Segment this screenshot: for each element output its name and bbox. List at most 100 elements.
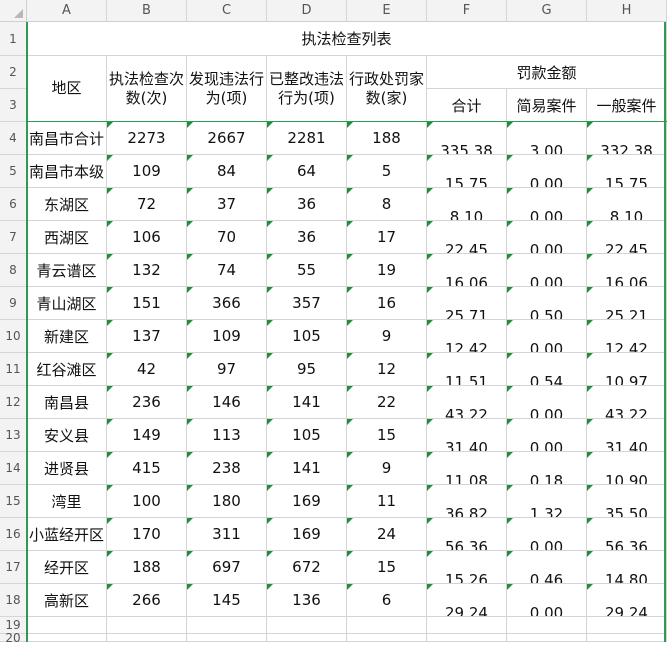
table-cell[interactable]: 109 bbox=[107, 155, 187, 188]
header-inspections[interactable]: 执法检查次数(次) bbox=[107, 56, 187, 122]
table-cell[interactable]: 10.97 bbox=[587, 353, 667, 386]
header-violations[interactable]: 发现违法行为(项) bbox=[187, 56, 267, 122]
row-header-17[interactable]: 17 bbox=[0, 551, 27, 584]
table-cell[interactable]: 36.82 bbox=[427, 485, 507, 518]
table-cell[interactable]: 151 bbox=[107, 287, 187, 320]
select-all-corner[interactable] bbox=[0, 0, 27, 22]
empty-cell[interactable] bbox=[427, 634, 507, 642]
table-cell[interactable]: 8.10 bbox=[587, 188, 667, 221]
table-cell[interactable]: 56.36 bbox=[587, 518, 667, 551]
table-cell[interactable]: 1.32 bbox=[507, 485, 587, 518]
empty-cell[interactable] bbox=[267, 634, 347, 642]
empty-cell[interactable] bbox=[107, 617, 187, 634]
table-cell[interactable]: 105 bbox=[267, 320, 347, 353]
table-cell[interactable]: 84 bbox=[187, 155, 267, 188]
table-cell[interactable]: 9 bbox=[347, 320, 427, 353]
row-header-2[interactable]: 2 bbox=[0, 56, 27, 89]
table-cell[interactable]: 青山湖区 bbox=[27, 287, 107, 320]
table-cell[interactable]: 36 bbox=[267, 221, 347, 254]
table-cell[interactable]: 136 bbox=[267, 584, 347, 617]
table-cell[interactable]: 0.00 bbox=[507, 386, 587, 419]
table-cell[interactable]: 31.40 bbox=[587, 419, 667, 452]
table-cell[interactable]: 9 bbox=[347, 452, 427, 485]
table-cell[interactable]: 29.24 bbox=[587, 584, 667, 617]
table-cell[interactable]: 0.00 bbox=[507, 221, 587, 254]
table-cell[interactable]: 366 bbox=[187, 287, 267, 320]
column-header-g[interactable]: G bbox=[507, 0, 587, 22]
empty-cell[interactable] bbox=[267, 617, 347, 634]
table-cell[interactable]: 357 bbox=[267, 287, 347, 320]
table-cell[interactable]: 0.00 bbox=[507, 419, 587, 452]
table-cell[interactable]: 43.22 bbox=[587, 386, 667, 419]
table-cell[interactable]: 15.75 bbox=[427, 155, 507, 188]
table-cell[interactable]: 小蓝经开区 bbox=[27, 518, 107, 551]
empty-cell[interactable] bbox=[507, 617, 587, 634]
table-cell[interactable]: 180 bbox=[187, 485, 267, 518]
table-cell[interactable]: 新建区 bbox=[27, 320, 107, 353]
table-cell[interactable]: 311 bbox=[187, 518, 267, 551]
table-cell[interactable]: 145 bbox=[187, 584, 267, 617]
table-cell[interactable]: 415 bbox=[107, 452, 187, 485]
row-header-14[interactable]: 14 bbox=[0, 452, 27, 485]
table-cell[interactable]: 672 bbox=[267, 551, 347, 584]
table-cell[interactable]: 97 bbox=[187, 353, 267, 386]
table-cell[interactable]: 70 bbox=[187, 221, 267, 254]
column-header-e[interactable]: E bbox=[347, 0, 427, 22]
header-rectified[interactable]: 已整改违法行为(项) bbox=[267, 56, 347, 122]
header-fine-general[interactable]: 一般案件 bbox=[587, 89, 667, 122]
table-cell[interactable]: 3.00 bbox=[507, 122, 587, 155]
table-cell[interactable]: 15.75 bbox=[587, 155, 667, 188]
row-header-20[interactable]: 20 bbox=[0, 631, 27, 645]
table-cell[interactable]: 42 bbox=[107, 353, 187, 386]
empty-cell[interactable] bbox=[507, 634, 587, 642]
table-cell[interactable]: 22 bbox=[347, 386, 427, 419]
table-cell[interactable]: 南昌县 bbox=[27, 386, 107, 419]
table-cell[interactable]: 0.00 bbox=[507, 584, 587, 617]
table-cell[interactable]: 0.54 bbox=[507, 353, 587, 386]
table-cell[interactable]: 10.90 bbox=[587, 452, 667, 485]
table-cell[interactable]: 19 bbox=[347, 254, 427, 287]
row-header-18[interactable]: 18 bbox=[0, 584, 27, 617]
column-header-a[interactable]: A bbox=[27, 0, 107, 22]
table-cell[interactable]: 25.71 bbox=[427, 287, 507, 320]
table-cell[interactable]: 22.45 bbox=[587, 221, 667, 254]
table-cell[interactable]: 100 bbox=[107, 485, 187, 518]
row-header-9[interactable]: 9 bbox=[0, 287, 27, 320]
table-cell[interactable]: 16.06 bbox=[427, 254, 507, 287]
column-header-h[interactable]: H bbox=[587, 0, 667, 22]
table-cell[interactable]: 170 bbox=[107, 518, 187, 551]
table-cell[interactable]: 141 bbox=[267, 452, 347, 485]
table-cell[interactable]: 11.08 bbox=[427, 452, 507, 485]
table-cell[interactable]: 72 bbox=[107, 188, 187, 221]
header-fine-group[interactable]: 罚款金额 bbox=[427, 56, 667, 89]
table-cell[interactable]: 12.42 bbox=[427, 320, 507, 353]
table-cell[interactable]: 12 bbox=[347, 353, 427, 386]
table-cell[interactable]: 332.38 bbox=[587, 122, 667, 155]
empty-cell[interactable] bbox=[27, 634, 107, 642]
table-cell[interactable]: 74 bbox=[187, 254, 267, 287]
table-cell[interactable]: 经开区 bbox=[27, 551, 107, 584]
table-cell[interactable]: 105 bbox=[267, 419, 347, 452]
table-cell[interactable]: 56.36 bbox=[427, 518, 507, 551]
header-penalized[interactable]: 行政处罚家数(家) bbox=[347, 56, 427, 122]
table-cell[interactable]: 15 bbox=[347, 551, 427, 584]
table-cell[interactable]: 43.22 bbox=[427, 386, 507, 419]
table-cell[interactable]: 安义县 bbox=[27, 419, 107, 452]
table-cell[interactable]: 266 bbox=[107, 584, 187, 617]
table-cell[interactable]: 0.18 bbox=[507, 452, 587, 485]
table-cell[interactable]: 12.42 bbox=[587, 320, 667, 353]
table-cell[interactable]: 335.38 bbox=[427, 122, 507, 155]
empty-cell[interactable] bbox=[587, 634, 667, 642]
table-cell[interactable]: 132 bbox=[107, 254, 187, 287]
table-cell[interactable]: 东湖区 bbox=[27, 188, 107, 221]
table-cell[interactable]: 24 bbox=[347, 518, 427, 551]
empty-cell[interactable] bbox=[187, 634, 267, 642]
table-cell[interactable]: 南昌市合计 bbox=[27, 122, 107, 155]
table-cell[interactable]: 35.50 bbox=[587, 485, 667, 518]
header-fine-total[interactable]: 合计 bbox=[427, 89, 507, 122]
table-cell[interactable]: 188 bbox=[347, 122, 427, 155]
table-cell[interactable]: 113 bbox=[187, 419, 267, 452]
table-cell[interactable]: 697 bbox=[187, 551, 267, 584]
table-cell[interactable]: 6 bbox=[347, 584, 427, 617]
table-cell[interactable]: 红谷滩区 bbox=[27, 353, 107, 386]
